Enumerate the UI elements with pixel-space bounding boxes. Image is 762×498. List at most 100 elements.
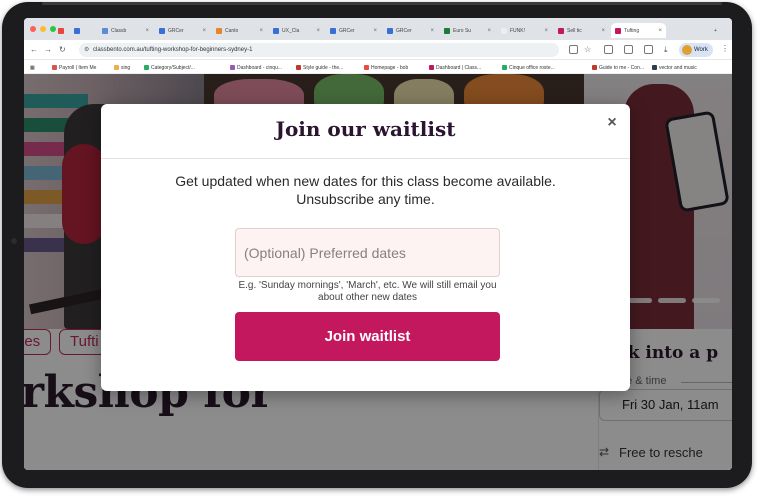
- bookmark-item[interactable]: Dashboard - cinqu...: [230, 63, 282, 72]
- close-tab-icon[interactable]: ×: [601, 28, 605, 34]
- browser-tab[interactable]: UX_Cla ×: [269, 23, 324, 38]
- browser-tab[interactable]: Tufting ×: [611, 23, 666, 38]
- bookmark-label: Style guide - the...: [303, 64, 344, 71]
- browser-tab[interactable]: GRCer ×: [383, 23, 438, 38]
- tab-favicon-icon: [501, 27, 507, 34]
- bookmark-favicon-icon: [592, 65, 597, 70]
- close-tab-icon[interactable]: ×: [373, 28, 377, 34]
- bookmark-item[interactable]: Cinque office roste...: [502, 63, 555, 72]
- browser-tab[interactable]: FUNK! ×: [497, 23, 552, 38]
- close-tab-icon[interactable]: ×: [145, 28, 149, 34]
- tab-label: UX_Cla: [282, 27, 300, 34]
- close-tab-icon[interactable]: ×: [259, 28, 263, 34]
- modal-title: Join our waitlist: [275, 117, 456, 141]
- close-tab-icon[interactable]: ×: [316, 28, 320, 34]
- preferred-dates-input[interactable]: [235, 228, 500, 277]
- browser-toolbar: ← → ↻ ⚙ classbento.com.au/tufting-worksh…: [24, 40, 732, 60]
- tab-favicon-icon: [273, 27, 279, 34]
- pinned-tab[interactable]: [70, 23, 84, 38]
- bookmark-favicon-icon: [114, 65, 119, 70]
- close-tab-icon[interactable]: ×: [202, 28, 206, 34]
- tab-label: Canto: [225, 27, 239, 34]
- browser-tab[interactable]: Classb ×: [98, 23, 153, 38]
- browser-tab[interactable]: GRCer ×: [326, 23, 381, 38]
- bookmark-item[interactable]: Style guide - the...: [296, 63, 343, 72]
- bookmark-label: Category/Subject/...: [151, 64, 195, 71]
- download-icon[interactable]: ⤓: [664, 45, 668, 55]
- browser-tab[interactable]: Canto ×: [212, 23, 267, 38]
- bookmark-item[interactable]: sing: [114, 63, 130, 72]
- bookmark-favicon-icon: [652, 65, 657, 70]
- waitlist-modal: Join our waitlist × Get updated when new…: [101, 104, 630, 391]
- site-info-icon[interactable]: ⚙: [84, 43, 89, 57]
- tab-label: Tufting: [624, 27, 640, 34]
- close-window-icon[interactable]: [30, 26, 36, 32]
- bookmark-label: Dashboard - cinqu...: [237, 64, 283, 71]
- bookmark-label: Guide to me - Con...: [599, 64, 645, 71]
- bookmark-label: vector and music: [659, 64, 697, 71]
- modal-divider: [101, 158, 630, 159]
- bookmark-label: Homepage - bob: [371, 64, 409, 71]
- minimize-window-icon[interactable]: [40, 26, 46, 32]
- profile-label: Work: [694, 47, 708, 53]
- pinned-tab[interactable]: [54, 23, 68, 38]
- bookmark-favicon-icon: [429, 65, 434, 70]
- browser-tab[interactable]: Sell tic ×: [554, 23, 609, 38]
- close-tab-icon[interactable]: ×: [658, 28, 662, 34]
- camera-dot: [11, 238, 17, 244]
- close-tab-icon[interactable]: ×: [430, 28, 434, 34]
- new-tab-button[interactable]: +: [710, 23, 721, 38]
- bookmark-favicon-icon: [144, 65, 149, 70]
- close-icon[interactable]: ×: [604, 114, 620, 132]
- extension-icon-2[interactable]: [644, 45, 653, 54]
- extension-icon[interactable]: [624, 45, 633, 54]
- extensions-icon[interactable]: [604, 45, 613, 54]
- close-tab-icon[interactable]: ×: [544, 28, 548, 34]
- bookmark-star-icon[interactable]: ☆: [584, 45, 591, 55]
- browser-menu-icon[interactable]: ⋮: [721, 44, 729, 54]
- tab-favicon-icon: [216, 27, 222, 34]
- window-controls: [30, 26, 56, 32]
- tab-label: GRCer: [168, 27, 184, 34]
- tab-label: Sell tic: [567, 27, 582, 34]
- tab-label: GRCer: [396, 27, 412, 34]
- tab-label: FUNK!: [510, 27, 525, 34]
- join-waitlist-button[interactable]: Join waitlist: [235, 312, 500, 361]
- tab-favicon-icon: [558, 27, 564, 34]
- bookmark-favicon-icon: [502, 65, 507, 70]
- bookmark-favicon-icon: [230, 65, 235, 70]
- bookmark-label: Payroll | Item Me: [59, 64, 97, 71]
- browser-tab[interactable]: GRCer ×: [155, 23, 210, 38]
- frame-highlight: [42, 2, 722, 5]
- bookmark-item[interactable]: Dashboard | Class...: [429, 63, 481, 72]
- browser-tab[interactable]: Euro Su ×: [440, 23, 495, 38]
- apps-grid-icon[interactable]: ▦: [30, 63, 35, 72]
- install-app-icon[interactable]: [569, 45, 578, 54]
- profile-avatar: [682, 45, 692, 55]
- bookmark-favicon-icon: [364, 65, 369, 70]
- bookmarks-bar: ▦ Payroll | Item Me sing Category/Subject/…: [24, 60, 732, 74]
- tab-favicon-icon: [615, 27, 621, 34]
- address-bar[interactable]: ⚙ classbento.com.au/tufting-workshop-for…: [79, 43, 559, 57]
- bookmark-label: Cinque office roste...: [509, 64, 555, 71]
- tab-label: Euro Su: [453, 27, 472, 34]
- tab-favicon-icon: [387, 27, 393, 34]
- close-tab-icon[interactable]: ×: [487, 28, 491, 34]
- bookmark-item[interactable]: vector and music: [652, 63, 697, 72]
- tab-favicon-icon: [159, 27, 165, 34]
- back-icon[interactable]: ←: [30, 45, 38, 55]
- reload-icon[interactable]: ↻: [59, 45, 66, 55]
- modal-description: Get updated when new dates for this clas…: [175, 173, 556, 207]
- forward-icon[interactable]: →: [44, 45, 52, 55]
- bookmark-item[interactable]: Payroll | Item Me: [52, 63, 96, 72]
- bookmark-label: sing: [121, 64, 131, 71]
- bookmark-favicon-icon: [296, 65, 301, 70]
- bookmark-item[interactable]: Homepage - bob: [364, 63, 408, 72]
- input-hint: E.g. 'Sunday mornings', 'March', etc. We…: [238, 280, 497, 303]
- browser-tab-bar: Classb × GRCer × Canto × UX_Cla × GRCer × GRCer × Eu…: [24, 18, 732, 40]
- bookmark-item[interactable]: Guide to me - Con...: [592, 63, 644, 72]
- tab-favicon-icon: [74, 27, 80, 34]
- tab-label: Classb: [111, 27, 127, 34]
- bookmark-item[interactable]: Category/Subject/...: [144, 63, 195, 72]
- profile-button[interactable]: Work: [679, 43, 713, 57]
